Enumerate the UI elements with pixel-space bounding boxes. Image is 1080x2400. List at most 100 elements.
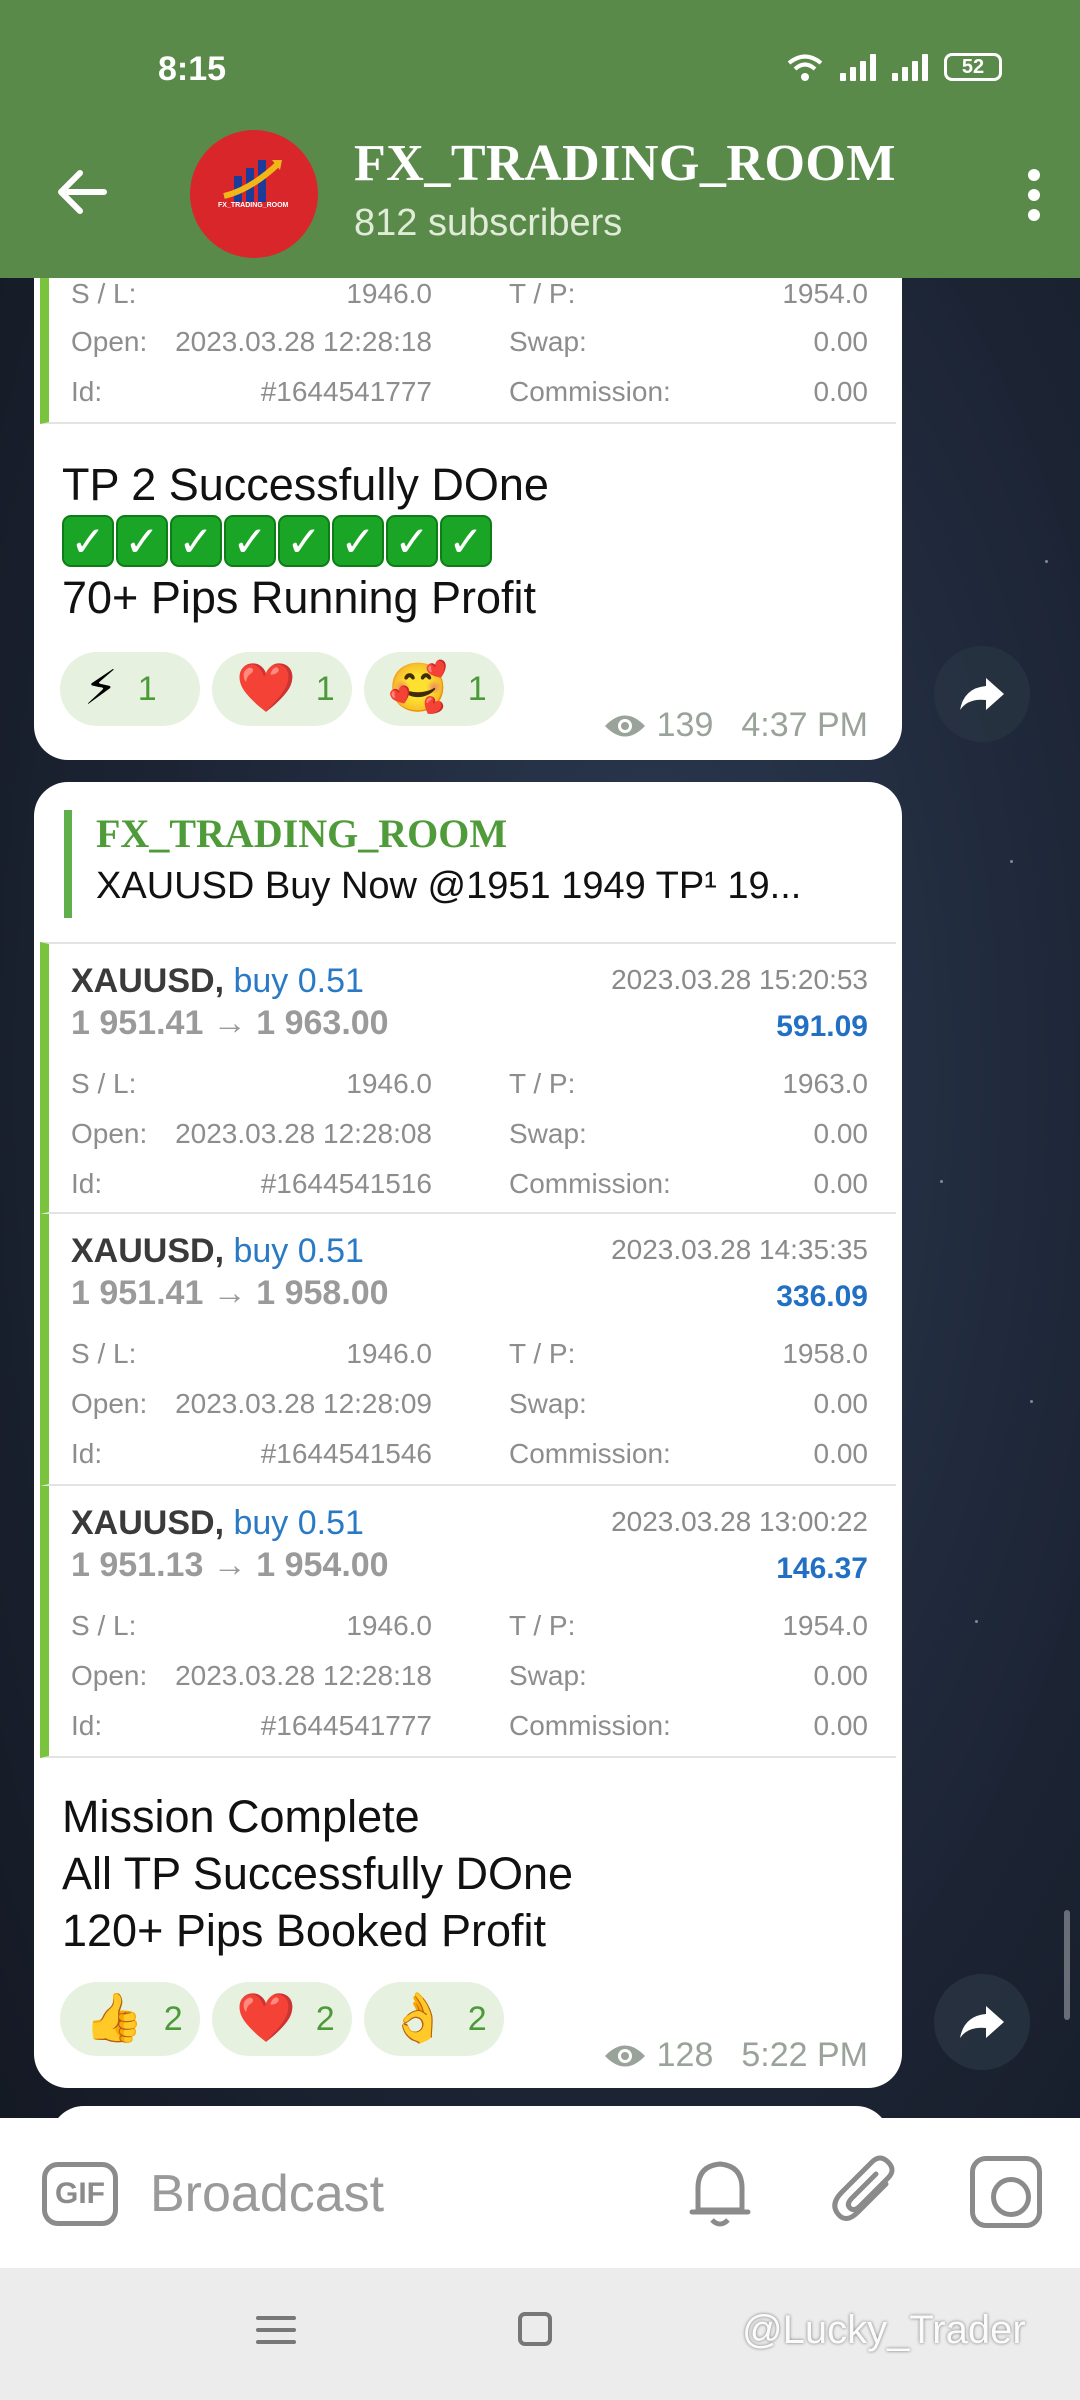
message-bubble[interactable]: FX_TRADING_ROOM XAUUSD Buy Now @1951 194… <box>34 782 902 2088</box>
eye-icon <box>604 2045 645 2066</box>
trade-row-id: Id: #1644541516 Commission: 0.00 <box>71 1168 868 1199</box>
star <box>1045 560 1048 563</box>
back-arrow-icon[interactable] <box>52 162 112 222</box>
message-caption: Mission Complete All TP Successfully DOn… <box>62 1788 573 1959</box>
trade-row-sl: S / L: 1946.0 T / P: 1954.0 <box>71 1610 868 1641</box>
trade-profit: 146.37 <box>776 1552 868 1585</box>
reply-quote[interactable]: FX_TRADING_ROOM XAUUSD Buy Now @1951 194… <box>64 810 872 918</box>
trade-symbol: XAUUSD, buy 0.51 <box>71 962 364 1000</box>
trade-side: buy 0.51 <box>233 1504 364 1542</box>
message-meta: 139 4:37 PM <box>603 706 868 745</box>
message-meta: 128 5:22 PM <box>603 2036 868 2075</box>
message-bubble[interactable]: S / L: 1946.0 T / P: 1954.0 Open: 2023.03.2… <box>34 278 902 760</box>
view-count: 128 <box>656 2036 714 2074</box>
trade-card: XAUUSD, buy 0.51 2023.03.28 13:00:22 1 9… <box>40 1486 896 1758</box>
check-mark-icon: ✓ <box>224 515 276 567</box>
logo-icon <box>223 160 282 202</box>
trade-card: XAUUSD, buy 0.51 2023.03.28 14:35:35 1 9… <box>40 1214 896 1486</box>
trade-row-open: Open: 2023.03.28 12:28:08 Swap: 0.00 <box>71 1118 868 1149</box>
trade-date: 2023.03.28 14:35:35 <box>611 1234 868 1265</box>
trade-row-open: Open: 2023.03.28 12:28:09 Swap: 0.00 <box>71 1388 868 1419</box>
trade-row-sl: S / L: 1946.0 T / P: 1963.0 <box>71 1068 868 1099</box>
caption-line: TP 2 Successfully DOne <box>62 459 549 510</box>
attach-icon[interactable] <box>828 2154 902 2230</box>
signal-icon <box>840 53 876 81</box>
reaction-count: 2 <box>163 1999 183 2038</box>
heart-icon: ❤️ <box>236 1992 296 2045</box>
gif-button[interactable]: GIF <box>42 2162 118 2226</box>
trade-price: 1 951.41 → 1 963.00 <box>71 1004 389 1042</box>
star <box>940 1180 943 1183</box>
caption-line: All TP Successfully DOne <box>62 1848 574 1899</box>
signal-icon <box>892 53 928 81</box>
message-time: 5:22 PM <box>741 2036 868 2074</box>
check-mark-icon: ✓ <box>440 515 492 567</box>
channel-header: 8:15 52 FX_TRADING_ROOM FX_TRADING_ROOM … <box>0 0 1080 278</box>
trade-symbol: XAUUSD, buy 0.51 <box>71 1504 364 1542</box>
channel-avatar[interactable]: FX_TRADING_ROOM <box>190 130 318 258</box>
caption-line: Mission Complete <box>62 1791 420 1842</box>
reaction-thumbs-up[interactable]: 👍 2 <box>60 1982 200 2056</box>
check-emoji-row: ✓ ✓ ✓ ✓ ✓ ✓ ✓ ✓ <box>62 515 549 567</box>
broadcast-input[interactable]: Broadcast <box>150 2164 384 2224</box>
channel-title[interactable]: FX_TRADING_ROOM <box>354 134 896 193</box>
thumbs-up-icon: 👍 <box>84 1992 144 2045</box>
trade-list: XAUUSD, buy 0.51 2023.03.28 15:20:53 1 9… <box>40 942 896 1758</box>
composer-bar: GIF Broadcast <box>0 2118 1080 2268</box>
reply-author: FX_TRADING_ROOM <box>96 811 508 856</box>
forward-button[interactable] <box>934 646 1030 742</box>
reaction-smiling-hearts[interactable]: 🥰 1 <box>364 652 504 726</box>
trade-row-sl: S / L: 1946.0 T / P: 1954.0 <box>71 278 868 309</box>
star <box>1010 860 1013 863</box>
trade-card: S / L: 1946.0 T / P: 1954.0 Open: 2023.03.2… <box>40 278 896 424</box>
scrollbar[interactable] <box>1064 1910 1070 2020</box>
trade-side: buy 0.51 <box>233 1232 364 1270</box>
star <box>1030 1400 1033 1403</box>
trade-side: buy 0.51 <box>233 962 364 1000</box>
trade-profit: 591.09 <box>776 1010 868 1043</box>
check-mark-icon: ✓ <box>278 515 330 567</box>
reaction-heart[interactable]: ❤️ 1 <box>212 652 352 726</box>
system-nav-bar: @Lucky_Trader <box>0 2268 1080 2400</box>
reaction-lightning[interactable]: ⚡ 1 <box>60 652 200 726</box>
bell-icon[interactable] <box>684 2154 756 2230</box>
heart-icon: ❤️ <box>236 662 296 715</box>
status-icons: 52 <box>786 52 1002 82</box>
reaction-heart[interactable]: ❤️ 2 <box>212 1982 352 2056</box>
smiling-face-hearts-icon: 🥰 <box>388 662 448 715</box>
trade-price: 1 951.13 → 1 954.00 <box>71 1546 389 1584</box>
battery-icon: 52 <box>944 53 1002 81</box>
forward-button[interactable] <box>934 1974 1030 2070</box>
camera-icon[interactable] <box>970 2156 1042 2228</box>
share-arrow-icon <box>960 2006 1004 2038</box>
reaction-count: 2 <box>467 1999 487 2038</box>
wifi-icon <box>787 54 823 81</box>
reaction-count: 2 <box>315 1999 335 2038</box>
watermark: @Lucky_Trader <box>742 2308 1026 2352</box>
reaction-count: 1 <box>315 669 335 708</box>
view-count: 139 <box>656 706 714 744</box>
check-mark-icon: ✓ <box>170 515 222 567</box>
lightning-icon: ⚡ <box>84 662 118 715</box>
reply-text: XAUUSD Buy Now @1951 1949 TP¹ 19... <box>96 865 802 907</box>
check-mark-icon: ✓ <box>332 515 384 567</box>
trade-date: 2023.03.28 15:20:53 <box>611 964 868 995</box>
trade-price: 1 951.41 → 1 958.00 <box>71 1274 389 1312</box>
message-caption: TP 2 Successfully DOne ✓ ✓ ✓ ✓ ✓ ✓ ✓ ✓ 7… <box>62 456 549 626</box>
reaction-ok-hand[interactable]: 👌 2 <box>364 1982 504 2056</box>
trade-symbol: XAUUSD, buy 0.51 <box>71 1232 364 1270</box>
avatar-text: FX_TRADING_ROOM <box>218 202 289 209</box>
caption-line: 120+ Pips Booked Profit <box>62 1905 547 1956</box>
more-options-icon[interactable] <box>1024 168 1044 222</box>
home-button-icon[interactable] <box>518 2312 552 2346</box>
caption-line: 70+ Pips Running Profit <box>62 572 537 623</box>
recent-apps-icon[interactable] <box>256 2308 296 2348</box>
trade-card: XAUUSD, buy 0.51 2023.03.28 15:20:53 1 9… <box>40 942 896 1214</box>
trade-row-open: Open: 2023.03.28 12:28:18 Swap: 0.00 <box>71 1660 868 1691</box>
share-arrow-icon <box>960 678 1004 710</box>
trade-date: 2023.03.28 13:00:22 <box>611 1506 868 1537</box>
subscriber-count: 812 subscribers <box>354 202 623 244</box>
trade-row-open: Open: 2023.03.28 12:28:18 Swap: 0.00 <box>71 326 868 357</box>
trade-row-sl: S / L: 1946.0 T / P: 1958.0 <box>71 1338 868 1369</box>
trade-row-id: Id: #1644541546 Commission: 0.00 <box>71 1438 868 1469</box>
